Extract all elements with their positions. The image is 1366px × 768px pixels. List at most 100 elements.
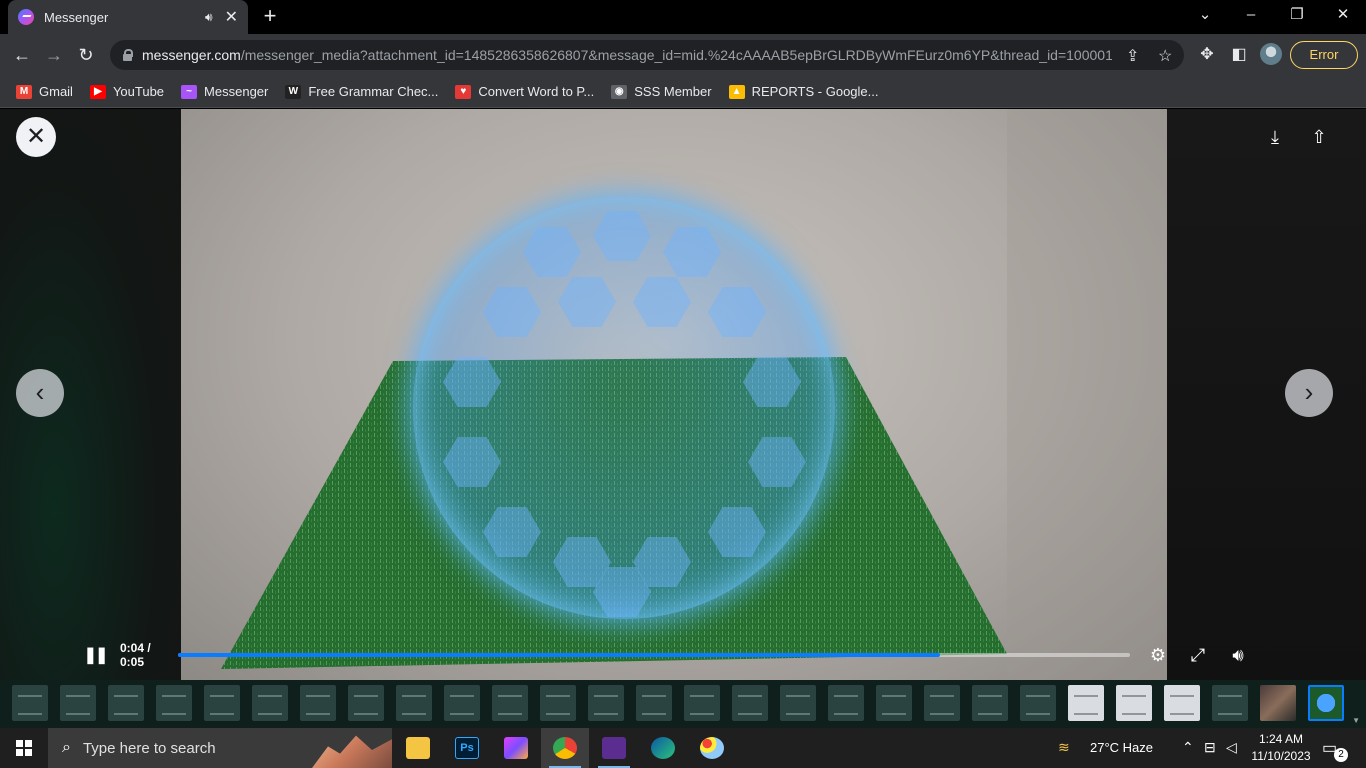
bookmark-item[interactable]: ~ Messenger [181, 84, 268, 99]
file-explorer-app[interactable] [394, 728, 442, 768]
close-viewer-button[interactable]: ✕ [16, 117, 56, 157]
utility-app[interactable] [492, 728, 540, 768]
bookmark-label: SSS Member [634, 84, 712, 99]
media-thumbnail[interactable] [780, 685, 816, 721]
media-thumbnail[interactable] [444, 685, 480, 721]
clock-date: 11/10/2023 [1251, 749, 1311, 763]
media-thumbnail[interactable] [684, 685, 720, 721]
media-thumbnail[interactable] [1020, 685, 1056, 721]
bookmark-item[interactable]: M Gmail [16, 84, 73, 99]
bookmark-label: YouTube [112, 84, 165, 99]
browser-toolbar: ← → ↻ messenger.com/messenger_media?atta… [0, 34, 1366, 76]
tab-messenger[interactable]: Messenger 🔊︎ ✕ [8, 0, 248, 34]
lock-icon[interactable] [122, 49, 133, 61]
clock-time: 1:24 AM [1258, 732, 1304, 746]
video-progress-bar[interactable] [178, 653, 1130, 657]
media-thumbnail-strip: ▼ [0, 680, 1366, 728]
media-thumbnail[interactable] [972, 685, 1008, 721]
pause-button[interactable]: ❚❚ [80, 645, 110, 665]
new-tab-button[interactable]: + [258, 4, 282, 28]
error-button[interactable]: Error [1290, 41, 1358, 69]
share-icon[interactable]: ⇪ [1126, 46, 1139, 66]
viewer-backdrop-right [1167, 109, 1366, 680]
forward-arrow-icon[interactable]: → [42, 43, 66, 67]
settings-gear-icon[interactable]: ⚙ [1138, 645, 1178, 666]
back-arrow-icon[interactable]: ← [10, 43, 34, 67]
media-thumbnail[interactable] [60, 685, 96, 721]
minimize-button[interactable]: – [1228, 0, 1274, 30]
download-icon[interactable]: ⤓ [1263, 125, 1287, 149]
media-thumbnail[interactable] [204, 685, 240, 721]
media-thumbnail[interactable] [732, 685, 768, 721]
media-thumbnail[interactable] [1164, 685, 1200, 721]
media-thumbnail[interactable] [1068, 685, 1104, 721]
bookmark-item[interactable]: ◉ SSS Member [611, 84, 712, 99]
browser-tab-strip: Messenger 🔊︎ ✕ + ⌄ – ❐ ✕ [0, 0, 1366, 34]
thumbnail-active[interactable] [1308, 685, 1344, 721]
media-thumbnail[interactable] [588, 685, 624, 721]
media-thumbnail[interactable] [636, 685, 672, 721]
bookmark-item[interactable]: ♥ Convert Word to P... [455, 84, 594, 99]
edge-app[interactable] [639, 728, 687, 768]
media-thumbnail[interactable] [1116, 685, 1152, 721]
media-thumbnail[interactable] [1212, 685, 1248, 721]
bookmark-label: Convert Word to P... [478, 84, 595, 99]
extensions-puzzle-icon[interactable]: ✥ [1195, 43, 1219, 67]
network-icon[interactable]: ⊟ [1204, 739, 1216, 756]
media-thumbnail[interactable] [252, 685, 288, 721]
media-thumbnail[interactable] [540, 685, 576, 721]
media-thumbnail[interactable] [828, 685, 864, 721]
url-text[interactable]: messenger.com/messenger_media?attachment… [142, 47, 1112, 63]
previous-media-button[interactable]: ‹ [16, 369, 64, 417]
media-thumbnail[interactable] [876, 685, 912, 721]
next-media-button[interactable]: › [1285, 369, 1333, 417]
windows-taskbar: ⌕ Type here to search Ps ≋ 27°C Haze ⌃ ⊟… [0, 728, 1366, 768]
video-progress-fill [178, 653, 940, 657]
reload-icon[interactable]: ↻ [74, 43, 98, 67]
start-button[interactable] [0, 728, 48, 768]
media-thumbnail[interactable] [1260, 685, 1296, 721]
speaker-icon[interactable]: 🔊︎ [205, 10, 213, 25]
media-thumbnail[interactable] [108, 685, 144, 721]
media-thumbnail[interactable] [348, 685, 384, 721]
media-thumbnail[interactable] [924, 685, 960, 721]
paint-app[interactable] [688, 728, 736, 768]
media-thumbnail[interactable] [396, 685, 432, 721]
bookmark-item[interactable]: ▲ REPORTS - Google... [728, 84, 878, 99]
restore-button[interactable]: ❐ [1274, 0, 1320, 30]
weather-text[interactable]: 27°C Haze [1090, 740, 1153, 755]
edge-icon [651, 737, 675, 759]
taskbar-clock[interactable]: 1:24 AM 11/10/2023 [1246, 731, 1316, 765]
share-icon[interactable]: ⇧ [1307, 125, 1331, 149]
taskbar-search-box[interactable]: ⌕ Type here to search [48, 728, 392, 768]
folder-icon [406, 737, 430, 759]
tab-search-chevron-icon[interactable]: ⌄ [1182, 0, 1228, 30]
window-close-button[interactable]: ✕ [1320, 0, 1366, 30]
volume-muted-icon[interactable]: ◁ [1226, 739, 1237, 756]
messenger-icon: ~ [181, 84, 198, 99]
media-thumbnail[interactable] [300, 685, 336, 721]
media-thumbnail[interactable] [156, 685, 192, 721]
media-thumbnail[interactable] [492, 685, 528, 721]
strip-scroll-down-icon[interactable]: ▼ [1352, 716, 1360, 725]
media-thumbnail[interactable] [12, 685, 48, 721]
address-bar[interactable]: messenger.com/messenger_media?attachment… [110, 40, 1184, 70]
video-frame[interactable] [181, 109, 1167, 680]
globe-icon: ◉ [611, 84, 628, 99]
bookmark-star-icon[interactable]: ☆ [1158, 46, 1172, 66]
bookmark-item[interactable]: W Free Grammar Chec... [285, 84, 438, 99]
bookmark-item[interactable]: ▶ YouTube [89, 84, 165, 99]
side-panel-icon[interactable]: ◧ [1227, 43, 1251, 67]
tab-title: Messenger [44, 9, 109, 25]
volume-icon[interactable]: 🔊︎ [1218, 645, 1258, 666]
show-hidden-icons-chevron-icon[interactable]: ⌃ [1182, 739, 1194, 756]
windows-logo-icon [16, 740, 32, 756]
chrome-app[interactable] [541, 728, 589, 768]
weather-haze-icon[interactable]: ≋ [1058, 739, 1070, 756]
visual-studio-app[interactable] [590, 728, 638, 768]
fullscreen-icon[interactable]: ⤢ [1178, 645, 1218, 666]
bookmark-label: Gmail [39, 84, 73, 99]
tab-close-icon[interactable]: ✕ [225, 7, 238, 27]
profile-avatar[interactable] [1260, 43, 1282, 65]
photoshop-app[interactable]: Ps [443, 728, 491, 768]
